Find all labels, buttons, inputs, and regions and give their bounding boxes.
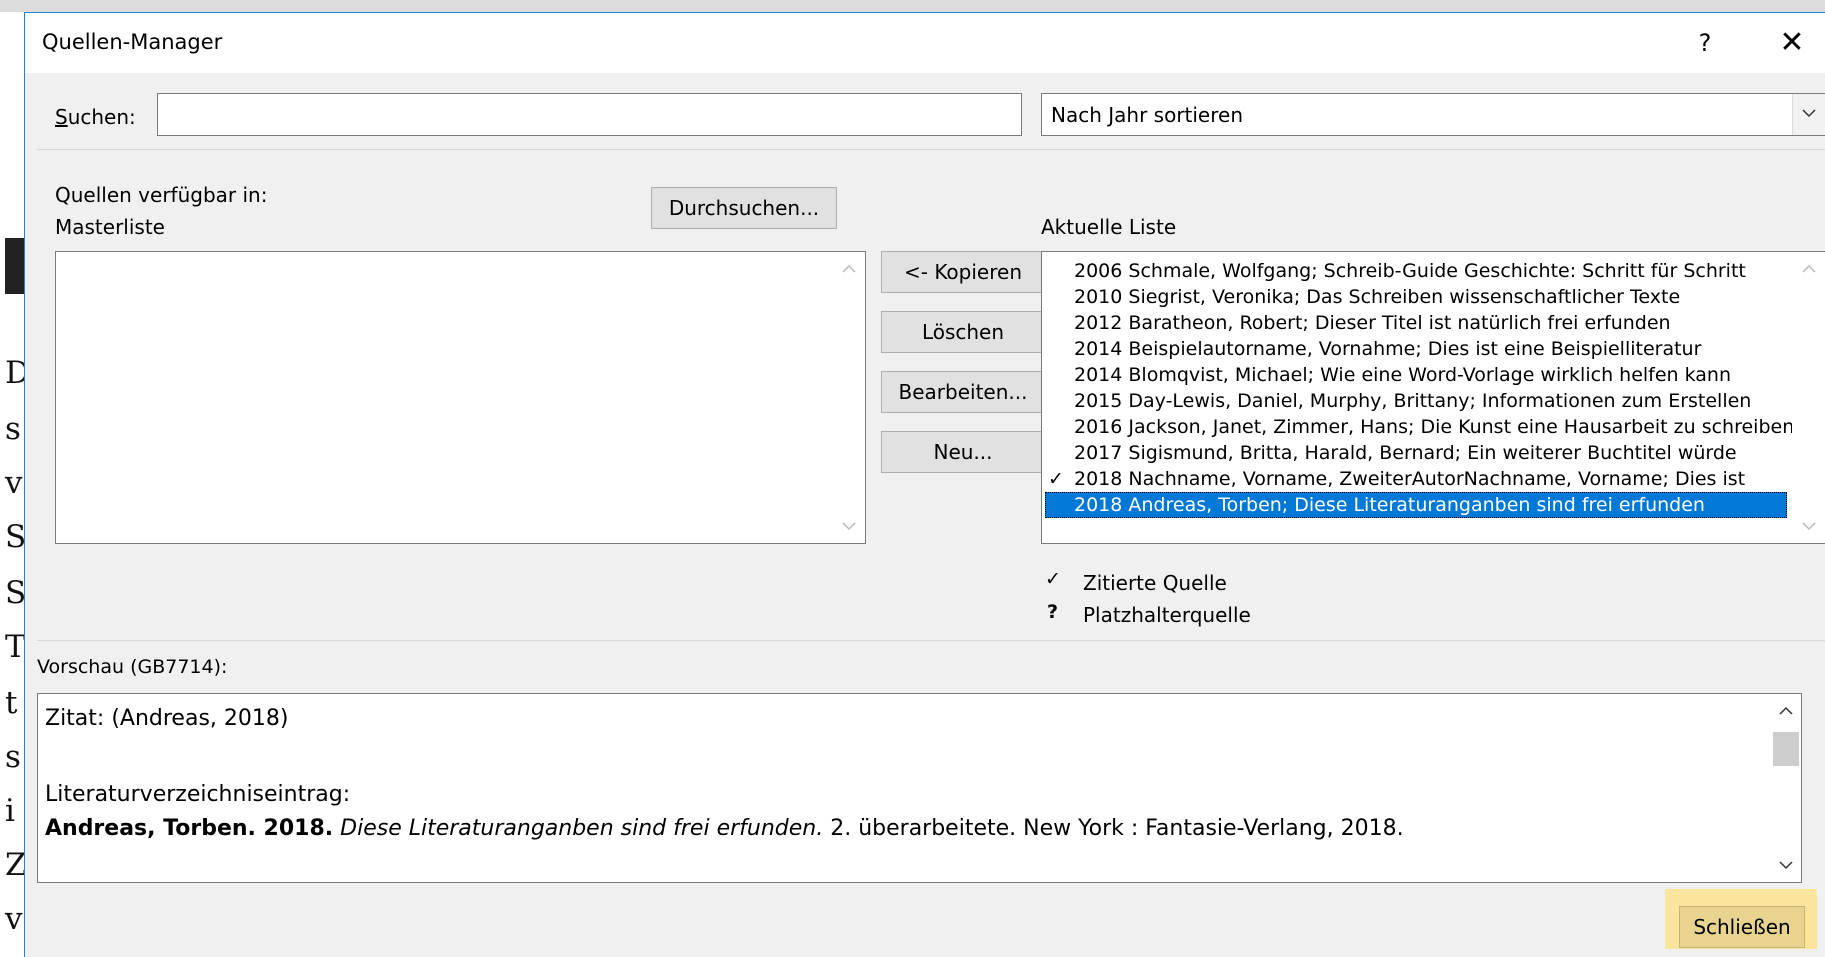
list-item[interactable]: 2017 Sigismund, Britta, Harald, Bernard;… <box>1042 440 1772 466</box>
list-item-text: 2018 Andreas, Torben; Diese Literaturang… <box>1074 494 1705 516</box>
current-source-list[interactable]: 2006 Schmale, Wolfgang; Schreib-Guide Ge… <box>1041 251 1825 544</box>
separator <box>37 149 1825 150</box>
scroll-down-icon[interactable] <box>1779 860 1793 870</box>
new-button[interactable]: Neu... <box>881 431 1045 473</box>
master-source-list[interactable] <box>55 251 866 544</box>
list-item-text: 2018 Nachname, Vorname, ZweiterAutorNach… <box>1074 468 1746 490</box>
chevron-down-icon[interactable] <box>1792 94 1825 135</box>
document-text-fragment: T <box>5 629 26 665</box>
separator <box>37 640 1825 641</box>
document-text-fragment: i <box>5 793 15 829</box>
edit-button[interactable]: Bearbeiten... <box>881 371 1045 413</box>
bib-author: Andreas, Torben. 2018. <box>45 816 334 841</box>
close-button-highlight: Schließen <box>1665 889 1817 949</box>
close-icon[interactable]: ✕ <box>1770 25 1814 61</box>
scrollbar-thumb[interactable] <box>1773 732 1799 766</box>
list-item-text: 2010 Siegrist, Veronika; Das Schreiben w… <box>1074 286 1681 308</box>
document-text-fragment: t <box>5 685 18 721</box>
list-item[interactable]: 2014 Blomqvist, Michael; Wie eine Word-V… <box>1042 362 1772 388</box>
preview-scrollbar[interactable] <box>1769 694 1801 882</box>
sort-select-value: Nach Jahr sortieren <box>1051 103 1244 127</box>
search-input[interactable] <box>157 93 1022 136</box>
word-document-background: D s v S S T t s i Z v <box>0 12 30 957</box>
list-item[interactable]: 2016 Jackson, Janet, Zimmer, Hans; Die K… <box>1042 414 1794 440</box>
list-item-text: 2014 Beispielautorname, Vornahme; Dies i… <box>1074 338 1702 360</box>
dialog-title: Quellen-Manager <box>42 30 223 54</box>
browse-button[interactable]: Durchsuchen... <box>651 187 837 229</box>
master-list-scrollbar[interactable] <box>832 252 865 543</box>
help-button[interactable]: ? <box>1685 25 1725 61</box>
cited-check-icon: ✓ <box>1045 568 1061 590</box>
scroll-up-icon[interactable] <box>1802 264 1816 274</box>
preview-citation: Zitat: (Andreas, 2018) <box>45 706 289 731</box>
list-item-text: 2014 Blomqvist, Michael; Wie eine Word-V… <box>1074 364 1732 386</box>
sort-select[interactable]: Nach Jahr sortieren <box>1041 93 1825 136</box>
master-list-label: Quellen verfügbar in: <box>55 183 268 207</box>
word-ribbon-edge <box>0 0 1825 12</box>
search-label-text: uchen: <box>67 105 136 129</box>
current-list-label: Aktuelle Liste <box>1041 215 1177 239</box>
source-manager-dialog: Quellen-Manager ? ✕ Suchen: Nach Jahr so… <box>24 12 1825 957</box>
current-list-scrollbar[interactable] <box>1792 252 1825 543</box>
search-label: Suchen: <box>55 105 136 129</box>
dialog-titlebar: Quellen-Manager ? ✕ <box>25 13 1825 73</box>
scroll-down-icon[interactable] <box>1802 521 1816 531</box>
bib-publication: 2. überarbeitete. New York : Fantasie-Ve… <box>830 816 1404 841</box>
close-button[interactable]: Schließen <box>1679 906 1805 948</box>
scroll-up-icon[interactable] <box>1779 706 1793 716</box>
cited-source-legend: Zitierte Quelle <box>1083 571 1227 595</box>
list-item[interactable]: 2010 Siegrist, Veronika; Das Schreiben w… <box>1042 284 1772 310</box>
document-text-fragment: v <box>5 901 23 937</box>
preview-bibliography-heading: Literaturverzeichniseintrag: <box>45 782 351 807</box>
list-item-text: 2016 Jackson, Janet, Zimmer, Hans; Die K… <box>1074 416 1795 438</box>
scroll-down-icon[interactable] <box>842 521 856 531</box>
list-item-text: 2012 Baratheon, Robert; Dieser Titel ist… <box>1074 312 1671 334</box>
placeholder-source-legend: Platzhalterquelle <box>1083 603 1251 627</box>
list-item-text: 2006 Schmale, Wolfgang; Schreib-Guide Ge… <box>1074 260 1746 282</box>
bib-title: Diese Literaturanganben sind frei erfund… <box>340 816 824 841</box>
list-item-selected[interactable]: 2018 Andreas, Torben; Diese Literaturang… <box>1045 492 1787 518</box>
copy-button[interactable]: <- Kopieren <box>881 251 1045 293</box>
list-item[interactable]: 2012 Baratheon, Robert; Dieser Titel ist… <box>1042 310 1772 336</box>
scroll-up-icon[interactable] <box>842 264 856 274</box>
list-item[interactable]: 2015 Day-Lewis, Daniel, Murphy, Brittany… <box>1042 388 1772 414</box>
list-item[interactable]: 2014 Beispielautorname, Vornahme; Dies i… <box>1042 336 1772 362</box>
list-item[interactable]: ✓ 2018 Nachname, Vorname, ZweiterAutorNac… <box>1042 466 1772 492</box>
list-item[interactable]: 2006 Schmale, Wolfgang; Schreib-Guide Ge… <box>1042 258 1772 284</box>
delete-button[interactable]: Löschen <box>881 311 1045 353</box>
document-text-fragment: s <box>5 739 21 775</box>
preview-box[interactable]: Zitat: (Andreas, 2018) Literaturverzeich… <box>37 693 1802 883</box>
document-text-fragment: s <box>5 411 21 447</box>
preview-label: Vorschau (GB7714): <box>37 656 228 678</box>
document-text-fragment: v <box>5 465 23 501</box>
cited-check-icon: ✓ <box>1048 468 1064 490</box>
master-list-name: Masterliste <box>55 215 165 239</box>
list-item-text: 2015 Day-Lewis, Daniel, Murphy, Brittany… <box>1074 390 1752 412</box>
preview-bibliography-entry: Andreas, Torben. 2018. Diese Literaturan… <box>45 816 1404 841</box>
document-heading-fragment <box>5 238 25 294</box>
list-item-text: 2017 Sigismund, Britta, Harald, Bernard;… <box>1074 442 1737 464</box>
placeholder-icon: ? <box>1047 601 1059 623</box>
